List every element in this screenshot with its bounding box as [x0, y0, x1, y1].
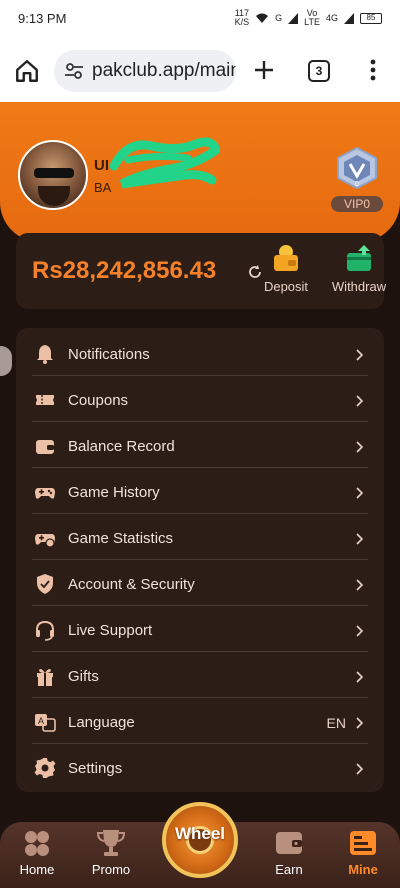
chevron-right-icon — [356, 395, 364, 407]
menu-item-language[interactable]: A Language EN — [32, 698, 368, 744]
nav-wheel-label: Wheel — [174, 824, 226, 843]
nav-mine-label: Mine — [348, 862, 378, 877]
deposit-button[interactable]: Deposit — [258, 243, 314, 294]
menu-item-label: Language — [68, 714, 135, 731]
wallet-icon — [36, 440, 54, 454]
balance-card: Rs28,242,856.43 Deposit Withdraw — [16, 233, 386, 309]
nav-mine[interactable]: Mine — [328, 828, 398, 877]
menu-item-label: Gifts — [68, 668, 99, 685]
url-text: pakclub.app/main — [92, 60, 236, 81]
user-name: UI — [94, 157, 109, 174]
nav-promo[interactable]: Promo — [76, 828, 146, 877]
avatar[interactable] — [18, 140, 88, 210]
nav-wheel[interactable]: Wheel — [156, 794, 244, 888]
signal-icon — [288, 12, 299, 24]
balance-amount: Rs28,242,856.43 — [32, 257, 217, 284]
status-time: 9:13 PM — [18, 11, 67, 26]
withdraw-icon — [347, 245, 371, 271]
menu-item-game-statistics[interactable]: Game Statistics — [32, 514, 368, 560]
trophy-icon — [96, 830, 126, 856]
address-bar[interactable]: pakclub.app/main — [54, 50, 236, 92]
chevron-right-icon — [356, 349, 364, 361]
volte-indicator: Vo LTE — [304, 8, 320, 27]
deposit-icon — [274, 245, 298, 271]
translate-icon: A — [35, 714, 56, 732]
network-speed: 117 K/S — [234, 8, 250, 27]
chevron-right-icon — [356, 671, 364, 683]
withdraw-button[interactable]: Withdraw — [328, 243, 390, 294]
avatar-beard — [38, 186, 70, 206]
menu-item-label: Coupons — [68, 392, 129, 409]
vip-badge-icon[interactable]: 0 — [334, 146, 380, 190]
vip-label: VIP0 — [331, 196, 383, 212]
network-type-2: 4G — [325, 13, 338, 23]
home-nav-icon — [25, 831, 49, 856]
more-vert-icon[interactable] — [366, 58, 380, 82]
deposit-label: Deposit — [263, 279, 309, 294]
nav-home-label: Home — [19, 862, 55, 877]
menu-item-balance-record[interactable]: Balance Record — [32, 422, 368, 468]
chevron-right-icon — [356, 579, 364, 591]
menu-item-label: Settings — [68, 760, 123, 777]
gamepad-icon — [35, 488, 55, 499]
battery-icon: 85 — [360, 12, 382, 24]
shield-check-icon — [37, 574, 53, 594]
menu-item-live-support[interactable]: Live Support — [32, 606, 368, 652]
ticket-icon — [36, 395, 54, 405]
status-indicators: 117 K/S G Vo LTE 4G 85 — [235, 9, 382, 27]
vip-level-number: 0 — [355, 181, 359, 188]
gamepad-stats-icon — [35, 534, 55, 548]
redaction-scribble — [109, 137, 220, 189]
avatar-glasses — [34, 168, 74, 178]
chevron-right-icon — [356, 441, 364, 453]
menu-item-settings[interactable]: Settings — [32, 744, 368, 790]
network-type-1: G — [275, 13, 283, 23]
plus-icon[interactable] — [252, 58, 276, 82]
nav-promo-label: Promo — [91, 862, 131, 877]
svg-text:A: A — [38, 716, 44, 726]
user-card-icon — [350, 831, 376, 855]
nav-home[interactable]: Home — [2, 828, 72, 877]
floating-side-handle[interactable] — [0, 346, 12, 376]
withdraw-label: Withdraw — [331, 279, 387, 294]
chevron-right-icon — [356, 763, 364, 775]
account-menu: Notifications Coupons Balance Record Gam… — [16, 328, 384, 792]
menu-item-label: Balance Record — [68, 438, 175, 455]
menu-item-label: Live Support — [68, 622, 153, 639]
chevron-right-icon — [356, 533, 364, 545]
menu-item-gifts[interactable]: Gifts — [32, 652, 368, 698]
wallet-nav-icon — [276, 832, 302, 854]
chevron-right-icon — [356, 487, 364, 499]
menu-item-notifications[interactable]: Notifications — [32, 330, 368, 376]
nav-earn[interactable]: Earn — [254, 828, 324, 877]
home-icon[interactable] — [14, 58, 40, 84]
chevron-right-icon — [356, 625, 364, 637]
language-value: EN — [326, 715, 346, 731]
signal-icon-2 — [344, 12, 354, 24]
menu-item-label: Notifications — [68, 346, 150, 363]
menu-item-game-history[interactable]: Game History — [32, 468, 368, 514]
gift-icon — [37, 669, 53, 686]
browser-toolbar: pakclub.app/main 3 — [0, 38, 400, 102]
nav-earn-label: Earn — [275, 862, 303, 877]
menu-item-label: Game Statistics — [68, 530, 174, 547]
gear-icon — [34, 758, 56, 778]
status-bar: 9:13 PM 117 K/S G Vo LTE 4G 85 — [0, 0, 400, 38]
menu-item-account-security[interactable]: Account & Security — [32, 560, 368, 606]
chevron-right-icon — [356, 717, 364, 729]
wifi-icon — [256, 13, 269, 23]
menu-item-label: Game History — [68, 484, 160, 501]
bell-icon — [37, 345, 53, 364]
menu-item-coupons[interactable]: Coupons — [32, 376, 368, 422]
tune-icon[interactable] — [64, 61, 84, 81]
headset-icon — [36, 620, 54, 641]
menu-item-label: Account & Security — [68, 576, 195, 593]
tab-switcher-button[interactable]: 3 — [308, 60, 330, 82]
